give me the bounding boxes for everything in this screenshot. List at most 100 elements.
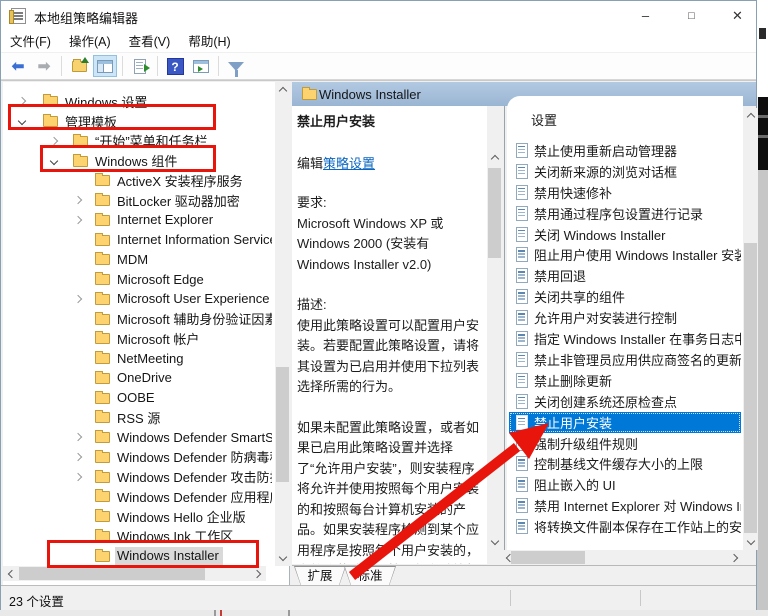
settings-item[interactable]: 禁用回退 (509, 265, 741, 286)
settings-item[interactable]: 禁用 Internet Explorer 对 Windows In (509, 495, 741, 516)
folder-icon (95, 452, 110, 463)
tree-item[interactable]: Windows Defender 应用程序 (3, 487, 272, 507)
tree-item[interactable]: Windows Hello 企业版 (3, 507, 272, 527)
scroll-right-button[interactable] (728, 550, 743, 565)
settings-item[interactable]: 指定 Windows Installer 在事务日志中记录 (509, 328, 741, 349)
tab-standard[interactable]: 标准 (344, 566, 396, 586)
settings-item[interactable]: 关闭新来源的浏览对话框 (509, 161, 741, 182)
policy-setting-icon (516, 164, 528, 179)
policy-setting-icon (516, 247, 528, 262)
scrollbar-thumb[interactable] (511, 551, 585, 564)
forward-icon[interactable]: ➡ (32, 55, 56, 77)
scroll-right-button[interactable] (251, 566, 266, 581)
scrollbar-thumb[interactable] (744, 243, 757, 533)
scroll-down-button[interactable] (487, 535, 502, 550)
scroll-down-button[interactable] (275, 551, 290, 566)
folder-icon (95, 373, 110, 384)
settings-item[interactable]: 关闭 Windows Installer (509, 224, 741, 245)
policy-setting-icon (516, 477, 528, 492)
tree-item[interactable]: Microsoft 帐户 (3, 329, 272, 349)
scroll-up-button[interactable] (743, 108, 758, 123)
policy-settings-link[interactable]: 策略设置 (323, 156, 375, 171)
tree-item-label: BitLocker 驱动器加密 (115, 190, 244, 212)
tree-item[interactable]: MDM (3, 250, 272, 270)
tree-item[interactable]: Windows Defender 攻击防护 (3, 467, 272, 487)
tree-item[interactable]: RSS 源 (3, 408, 272, 428)
chevron-right-icon[interactable] (74, 433, 82, 441)
policy-setting-icon (516, 394, 528, 409)
help-icon[interactable]: ? (163, 55, 187, 77)
scrollbar-thumb[interactable] (19, 567, 205, 580)
scroll-down-button[interactable] (743, 535, 758, 550)
settings-item[interactable]: 将转换文件副本保存在工作站上的安全位 (509, 516, 741, 537)
tree-item[interactable]: Windows Defender 防病毒程 (3, 448, 272, 468)
settings-item[interactable]: 禁止用户安装 (509, 412, 741, 433)
background-stripe (758, 135, 768, 138)
menu-item[interactable]: 操作(A) (60, 31, 120, 53)
chevron-right-icon[interactable] (74, 295, 82, 303)
settings-item[interactable]: 允许用户对安装进行控制 (509, 307, 741, 328)
menu-item[interactable]: 帮助(H) (179, 31, 239, 53)
tree-item[interactable]: OOBE (3, 388, 272, 408)
settings-column-header[interactable]: 设置 (531, 110, 557, 129)
show-console-window-icon[interactable] (189, 55, 213, 77)
settings-item[interactable]: 关闭共享的组件 (509, 286, 741, 307)
settings-horizontal-scrollbar[interactable] (501, 550, 743, 565)
back-icon[interactable]: ⬅ (6, 55, 30, 77)
up-one-level-folder-icon[interactable] (67, 55, 91, 77)
tree-item[interactable]: Microsoft 辅助身份验证因素 (3, 309, 272, 329)
settings-item[interactable]: 禁用通过程序包设置进行记录 (509, 203, 741, 224)
tree-item[interactable]: Internet Information Service (3, 230, 272, 250)
settings-item[interactable]: 禁止非管理员应用供应商签名的更新 (509, 349, 741, 370)
description-label: 描述: (297, 295, 483, 316)
scrollbar-thumb[interactable] (488, 168, 501, 258)
settings-item[interactable]: 禁用快速修补 (509, 182, 741, 203)
settings-item[interactable]: 阻止嵌入的 UI (509, 474, 741, 495)
toolbar-separator (218, 56, 219, 76)
tree-vertical-scrollbar[interactable] (275, 82, 290, 566)
chevron-right-icon[interactable] (74, 453, 82, 461)
chevron-right-icon[interactable] (74, 216, 82, 224)
result-pane-title: Windows Installer (319, 87, 421, 102)
settings-item[interactable]: 禁止使用重新启动管理器 (509, 140, 741, 161)
tree-item[interactable]: Windows Defender SmartSc (3, 428, 272, 448)
tree-item[interactable]: BitLocker 驱动器加密 (3, 191, 272, 211)
tree-item[interactable]: OneDrive (3, 369, 272, 389)
scroll-up-button[interactable] (275, 82, 290, 97)
settings-item[interactable]: 控制基线文件缓存大小的上限 (509, 454, 741, 475)
settings-item-label: 禁用回退 (534, 266, 586, 285)
chevron-right-icon[interactable] (50, 137, 58, 145)
policy-description-pane: 禁止用户安装 编辑策略设置 要求: Microsoft Windows XP 或… (292, 106, 487, 564)
tree-item[interactable]: Microsoft User Experience (3, 290, 272, 310)
settings-item[interactable]: 强制升级组件规则 (509, 433, 741, 454)
scroll-left-button[interactable] (3, 566, 18, 581)
chevron-right-icon[interactable] (74, 472, 82, 480)
tree-item[interactable]: NetMeeting (3, 349, 272, 369)
tree-horizontal-scrollbar[interactable] (3, 566, 266, 581)
tree-item[interactable]: ActiveX 安装程序服务 (3, 171, 272, 191)
chevron-right-icon[interactable] (74, 196, 82, 204)
scroll-up-button[interactable] (487, 150, 502, 165)
tab-extended[interactable]: 扩展 (294, 566, 346, 586)
tree-item-label: Internet Information Service (115, 231, 272, 249)
settings-item[interactable]: 关闭创建系统还原检查点 (509, 391, 741, 412)
close-button[interactable]: ✕ (715, 1, 760, 31)
scrollbar-thumb[interactable] (276, 367, 289, 482)
description-vertical-scrollbar[interactable] (487, 150, 502, 550)
tree-item[interactable]: Internet Explorer (3, 211, 272, 231)
folder-icon (95, 333, 110, 344)
tab-extended-label: 扩展 (295, 567, 345, 585)
maximize-button[interactable]: □ (669, 1, 714, 31)
show-console-tree-icon[interactable] (93, 55, 117, 77)
filter-icon[interactable] (224, 55, 248, 77)
menu-item[interactable]: 查看(V) (120, 31, 180, 53)
menu-item[interactable]: 文件(F) (1, 31, 60, 53)
settings-vertical-scrollbar[interactable] (743, 108, 758, 550)
minimize-button[interactable]: – (623, 1, 668, 31)
policy-setting-icon (516, 415, 528, 430)
tree-item[interactable]: Microsoft Edge (3, 270, 272, 290)
settings-item[interactable]: 禁止删除更新 (509, 370, 741, 391)
settings-item-label: 关闭 Windows Installer (534, 225, 665, 244)
settings-item[interactable]: 阻止用户使用 Windows Installer 安装更新 (509, 245, 741, 266)
export-list-icon[interactable] (128, 55, 152, 77)
